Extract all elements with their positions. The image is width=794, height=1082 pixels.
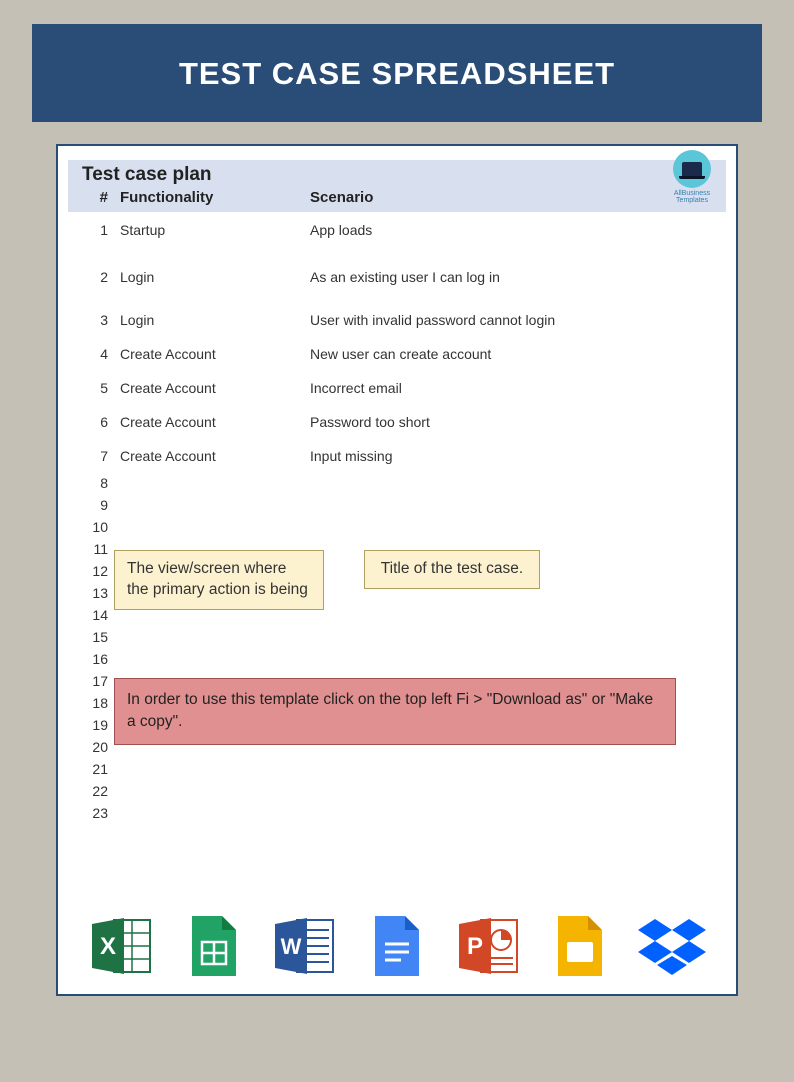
cell-scenario: Password too short <box>310 414 722 430</box>
table-row-empty: 21 <box>68 759 726 781</box>
table-row: 3 Login User with invalid password canno… <box>68 303 726 337</box>
column-header-row: # Functionality Scenario <box>68 187 726 212</box>
app-icons-bar: X W <box>58 910 736 982</box>
table-row: 1 Startup App loads <box>68 212 726 260</box>
google-slides-icon[interactable] <box>544 910 616 982</box>
svg-text:X: X <box>100 933 116 960</box>
excel-icon[interactable]: X <box>86 910 158 982</box>
document-preview: AllBusiness Templates Test case plan # F… <box>56 144 738 996</box>
cell-functionality: Login <box>120 269 310 285</box>
cell-num: 2 <box>82 269 120 285</box>
cell-num: 6 <box>82 414 120 430</box>
column-header-num: # <box>82 189 120 206</box>
table-row: 2 Login As an existing user I can log in <box>68 260 726 303</box>
svg-text:P: P <box>467 933 483 960</box>
dropbox-icon[interactable] <box>636 910 708 982</box>
cell-scenario: New user can create account <box>310 346 722 362</box>
brand-badge: AllBusiness Templates <box>664 150 720 204</box>
word-icon[interactable]: W <box>269 910 341 982</box>
table-row: 6 Create Account Password too short <box>68 405 726 439</box>
table-row-empty: 10 <box>68 517 726 539</box>
cell-num: 15 <box>82 629 120 647</box>
brand-text: AllBusiness Templates <box>664 190 720 204</box>
cell-num: 5 <box>82 380 120 396</box>
cell-num: 4 <box>82 346 120 362</box>
table-row-empty: 8 <box>68 473 726 495</box>
table-row-empty: 15 <box>68 627 726 649</box>
cell-num: 10 <box>82 519 120 537</box>
cell-functionality: Create Account <box>120 448 310 464</box>
column-header-functionality: Functionality <box>120 189 310 206</box>
cell-num: 9 <box>82 497 120 515</box>
cell-scenario: Input missing <box>310 448 722 464</box>
cell-num: 1 <box>82 222 120 238</box>
note-scenario: Title of the test case. <box>364 550 540 589</box>
table-row-empty: 16 <box>68 649 726 671</box>
cell-scenario: App loads <box>310 222 722 238</box>
google-sheets-icon[interactable] <box>178 910 250 982</box>
cell-scenario: User with invalid password cannot login <box>310 312 722 328</box>
table-row: 4 Create Account New user can create acc… <box>68 337 726 371</box>
table-body: 1 Startup App loads 2 Login As an existi… <box>58 212 736 825</box>
cell-functionality: Login <box>120 312 310 328</box>
cell-num: 23 <box>82 805 120 823</box>
cell-num: 7 <box>82 448 120 464</box>
cell-num: 8 <box>82 475 120 493</box>
google-docs-icon[interactable] <box>361 910 433 982</box>
table-row-empty: 22 <box>68 781 726 803</box>
cell-num: 16 <box>82 651 120 669</box>
table-row-empty: 23 <box>68 803 726 825</box>
plan-title: Test case plan <box>68 160 726 187</box>
cell-functionality: Create Account <box>120 380 310 396</box>
cell-scenario: As an existing user I can log in <box>310 269 722 285</box>
note-functionality: The view/screen where the primary action… <box>114 550 324 610</box>
column-header-scenario: Scenario <box>310 189 716 206</box>
page-title-banner: TEST CASE SPREADSHEET <box>32 24 762 122</box>
cell-functionality: Create Account <box>120 414 310 430</box>
cell-scenario: Incorrect email <box>310 380 722 396</box>
cell-functionality: Create Account <box>120 346 310 362</box>
laptop-icon <box>673 150 711 188</box>
instruction-box: In order to use this template click on t… <box>114 678 676 745</box>
cell-functionality: Startup <box>120 222 310 238</box>
table-row: 7 Create Account Input missing <box>68 439 726 473</box>
cell-num: 22 <box>82 783 120 801</box>
table-row-empty: 9 <box>68 495 726 517</box>
svg-text:W: W <box>281 934 302 959</box>
cell-num: 3 <box>82 312 120 328</box>
cell-num: 21 <box>82 761 120 779</box>
powerpoint-icon[interactable]: P <box>453 910 525 982</box>
page-title: TEST CASE SPREADSHEET <box>179 56 615 91</box>
table-row: 5 Create Account Incorrect email <box>68 371 726 405</box>
